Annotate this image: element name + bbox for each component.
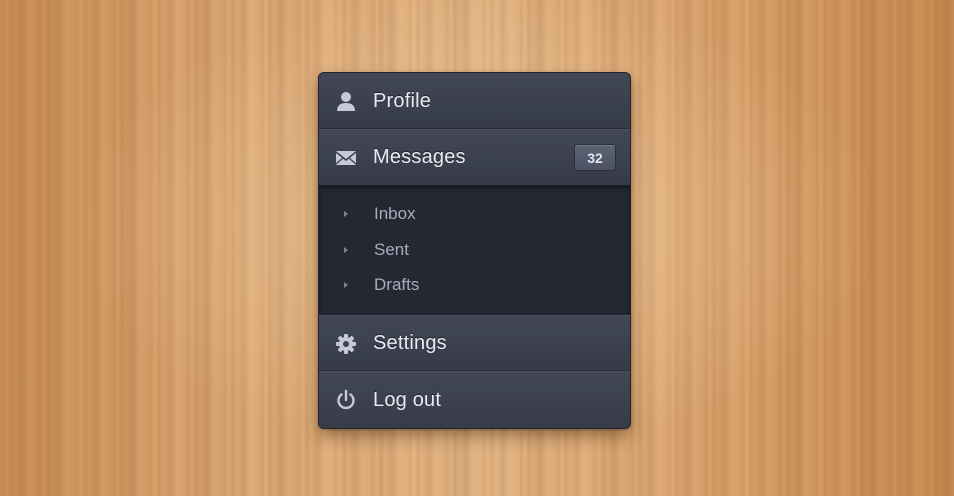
menu-item-logout[interactable]: Log out — [319, 371, 630, 428]
submenu-item-label: Inbox — [374, 204, 416, 223]
submenu-item-inbox[interactable]: Inbox — [319, 199, 630, 229]
menu-item-label: Messages — [373, 146, 466, 168]
menu-item-label: Settings — [373, 332, 447, 354]
envelope-icon — [335, 147, 357, 169]
caret-right-icon — [344, 247, 348, 253]
caret-right-icon — [344, 282, 348, 288]
submenu-item-label: Sent — [374, 240, 409, 259]
messages-submenu: Inbox Sent Drafts — [319, 185, 630, 316]
gear-icon — [335, 333, 357, 355]
message-count-badge: 32 — [574, 144, 616, 171]
caret-right-icon — [344, 211, 348, 217]
dropdown-menu: Profile Messages 32 Inbox Sent Drafts Se… — [319, 73, 630, 428]
menu-item-label: Profile — [373, 89, 432, 112]
user-icon — [335, 90, 357, 112]
submenu-item-drafts[interactable]: Drafts — [319, 270, 630, 300]
menu-item-label: Log out — [373, 388, 442, 411]
submenu-item-label: Drafts — [374, 275, 420, 294]
menu-item-settings[interactable]: Settings — [319, 315, 630, 371]
menu-item-messages[interactable]: Messages 32 — [319, 129, 630, 185]
menu-item-profile[interactable]: Profile — [319, 73, 630, 129]
power-icon — [335, 389, 357, 411]
submenu-item-sent[interactable]: Sent — [319, 235, 630, 265]
